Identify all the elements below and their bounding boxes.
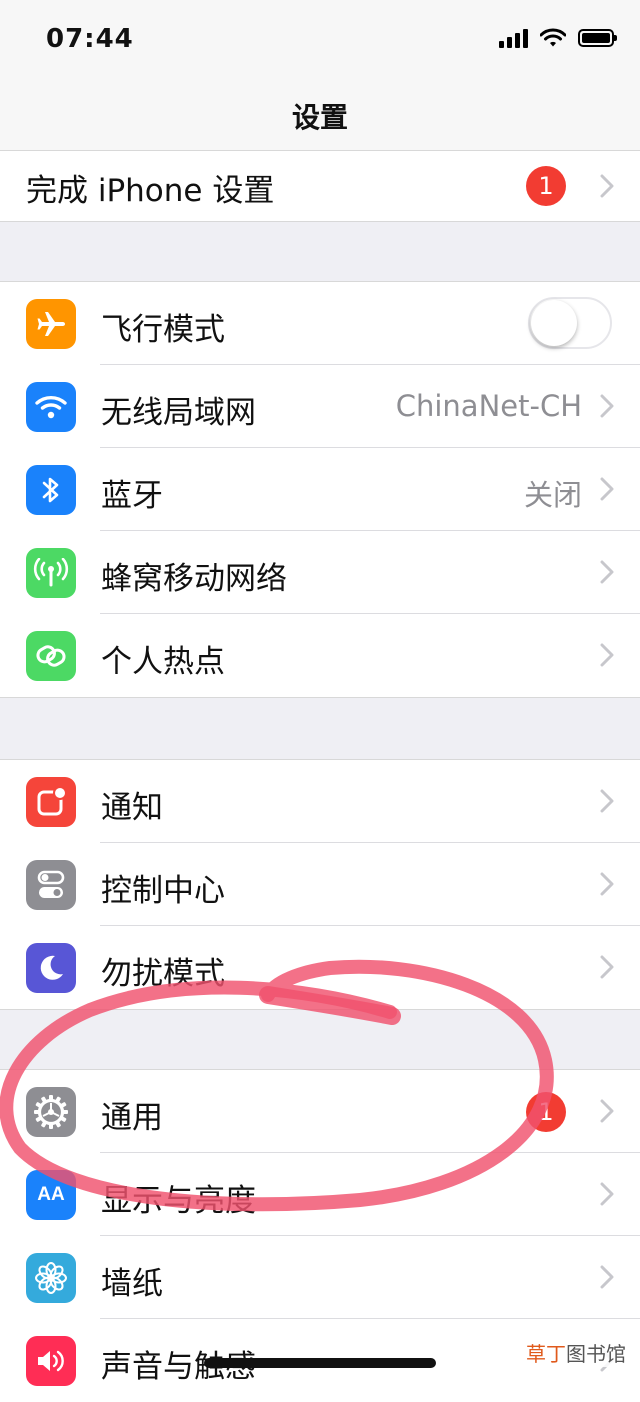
airplane-mode-row: 飞行模式 <box>0 282 640 365</box>
cellular-row[interactable]: 蜂窝移动网络 <box>0 531 640 614</box>
moon-icon <box>26 943 76 993</box>
text-size-icon: AA <box>26 1170 76 1220</box>
general-row[interactable]: 通用 1 <box>0 1070 640 1153</box>
home-indicator[interactable] <box>204 1358 436 1368</box>
notifications-row[interactable]: 通知 <box>0 760 640 843</box>
wifi-status-icon <box>540 28 566 47</box>
wifi-label: 无线局域网 <box>101 395 256 431</box>
speaker-icon <box>26 1336 76 1386</box>
status-time: 07:44 <box>46 24 134 54</box>
cellular-antenna-icon <box>26 548 76 598</box>
hotspot-link-icon <box>26 631 76 681</box>
chevron-right-icon <box>600 1265 614 1289</box>
do-not-disturb-row[interactable]: 勿扰模式 <box>0 926 640 1009</box>
general-badge: 1 <box>526 1092 566 1132</box>
bluetooth-icon <box>26 465 76 515</box>
control-center-label: 控制中心 <box>101 873 225 909</box>
wifi-network-value: ChinaNet-CH <box>395 389 582 423</box>
personal-hotspot-label: 个人热点 <box>101 644 225 680</box>
bluetooth-status-value: 关闭 <box>523 478 582 512</box>
page-title: 设置 <box>291 101 348 134</box>
wallpaper-label: 墙纸 <box>101 1266 163 1302</box>
chevron-right-icon <box>600 174 614 198</box>
chevron-right-icon <box>600 1099 614 1123</box>
text-size-icon-glyph: AA <box>37 1184 65 1205</box>
control-center-row[interactable]: 控制中心 <box>0 843 640 926</box>
display-brightness-label: 显示与亮度 <box>101 1183 256 1219</box>
cellular-label: 蜂窝移动网络 <box>101 561 287 597</box>
bluetooth-row[interactable]: 蓝牙 关闭 <box>0 448 640 531</box>
finish-setup-label: 完成 iPhone 设置 <box>26 173 275 209</box>
watermark-text: 图书馆 <box>566 1342 626 1366</box>
chevron-right-icon <box>600 477 614 501</box>
cellular-signal-icon <box>499 28 528 48</box>
wallpaper-row[interactable]: 墙纸 <box>0 1236 640 1319</box>
notifications-icon <box>26 777 76 827</box>
watermark: 草丁图书馆 <box>522 1338 630 1367</box>
flower-icon <box>26 1253 76 1303</box>
chevron-right-icon <box>600 789 614 813</box>
chevron-right-icon <box>600 560 614 584</box>
airplane-mode-toggle[interactable] <box>528 297 612 349</box>
airplane-icon <box>26 299 76 349</box>
toggle-knob <box>531 300 577 346</box>
personal-hotspot-row[interactable]: 个人热点 <box>0 614 640 697</box>
wifi-row[interactable]: 无线局域网 ChinaNet-CH <box>0 365 640 448</box>
status-icons <box>499 28 617 48</box>
control-center-icon <box>26 860 76 910</box>
navigation-bar: 设置 <box>0 80 640 151</box>
wifi-icon <box>26 382 76 432</box>
general-label: 通用 <box>101 1100 163 1136</box>
chevron-right-icon <box>600 1182 614 1206</box>
setup-badge: 1 <box>526 166 566 206</box>
chevron-right-icon <box>600 643 614 667</box>
connectivity-group: 飞行模式 无线局域网 ChinaNet-CH 蓝牙 关闭 蜂窝移动网络 个人热点 <box>0 281 640 698</box>
battery-icon <box>578 29 617 47</box>
finish-iphone-setup-row[interactable]: 完成 iPhone 设置 1 <box>0 151 640 221</box>
display-brightness-row[interactable]: AA 显示与亮度 <box>0 1153 640 1236</box>
bluetooth-label: 蓝牙 <box>101 478 163 514</box>
watermark-accent: 草丁 <box>526 1342 566 1366</box>
system-group: 通知 控制中心 勿扰模式 <box>0 759 640 1010</box>
chevron-right-icon <box>600 872 614 896</box>
setup-group: 完成 iPhone 设置 1 <box>0 150 640 222</box>
airplane-mode-label: 飞行模式 <box>101 312 225 348</box>
gear-icon <box>26 1087 76 1137</box>
chevron-right-icon <box>600 955 614 979</box>
status-bar: 07:44 <box>0 0 640 80</box>
notifications-label: 通知 <box>101 790 163 826</box>
do-not-disturb-label: 勿扰模式 <box>101 956 225 992</box>
chevron-right-icon <box>600 394 614 418</box>
